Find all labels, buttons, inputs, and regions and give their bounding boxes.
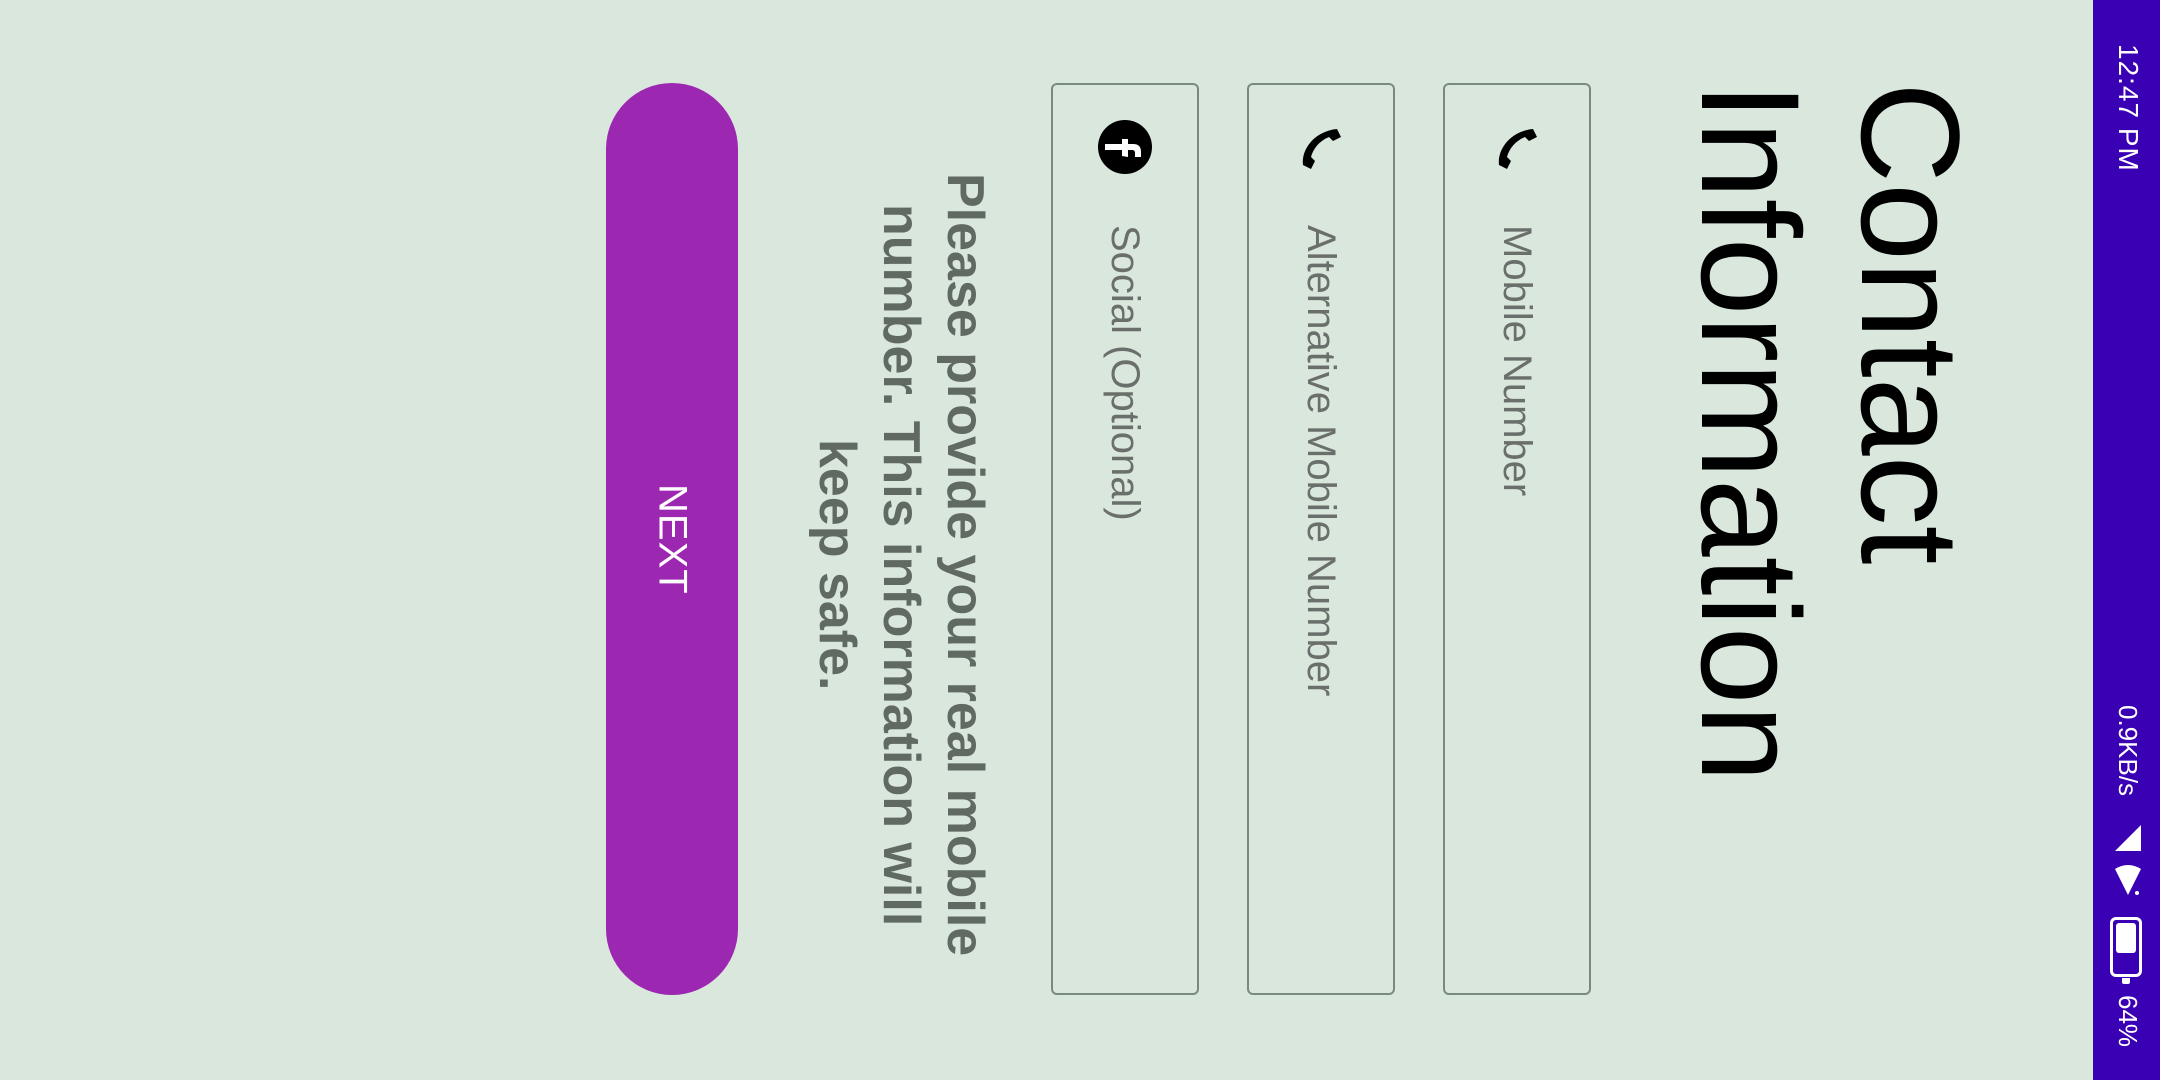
signal-icon [2115, 825, 2141, 851]
social-field[interactable]: Social (Optional) [1051, 83, 1199, 995]
next-button[interactable]: NEXT [606, 83, 738, 995]
phone-icon [1498, 129, 1537, 169]
social-label: Social (Optional) [1103, 225, 1147, 521]
alternative-mobile-number-field[interactable]: Alternative Mobile Number [1247, 83, 1395, 995]
page-title-line1: Contact [1832, 82, 1989, 565]
battery-icon [2110, 917, 2142, 984]
wifi-icon [2115, 865, 2141, 895]
phone-icon [1302, 129, 1341, 169]
network-speed: 0.9KB/s [2113, 705, 2143, 797]
mobile-number-field[interactable]: Mobile Number [1443, 83, 1591, 995]
status-time: 12:47 PM [2113, 44, 2144, 172]
facebook-icon [1098, 120, 1152, 174]
alternative-mobile-number-label: Alternative Mobile Number [1299, 225, 1343, 697]
privacy-notice: Please provide your real mobile number. … [808, 173, 994, 957]
next-button-label: NEXT [650, 483, 695, 595]
page-title-line2: Information [1672, 82, 1829, 783]
mobile-number-label: Mobile Number [1495, 225, 1539, 497]
battery-percent: 64% [2113, 995, 2143, 1048]
status-indicators: 0.9KB/s 64% [2106, 705, 2148, 1065]
